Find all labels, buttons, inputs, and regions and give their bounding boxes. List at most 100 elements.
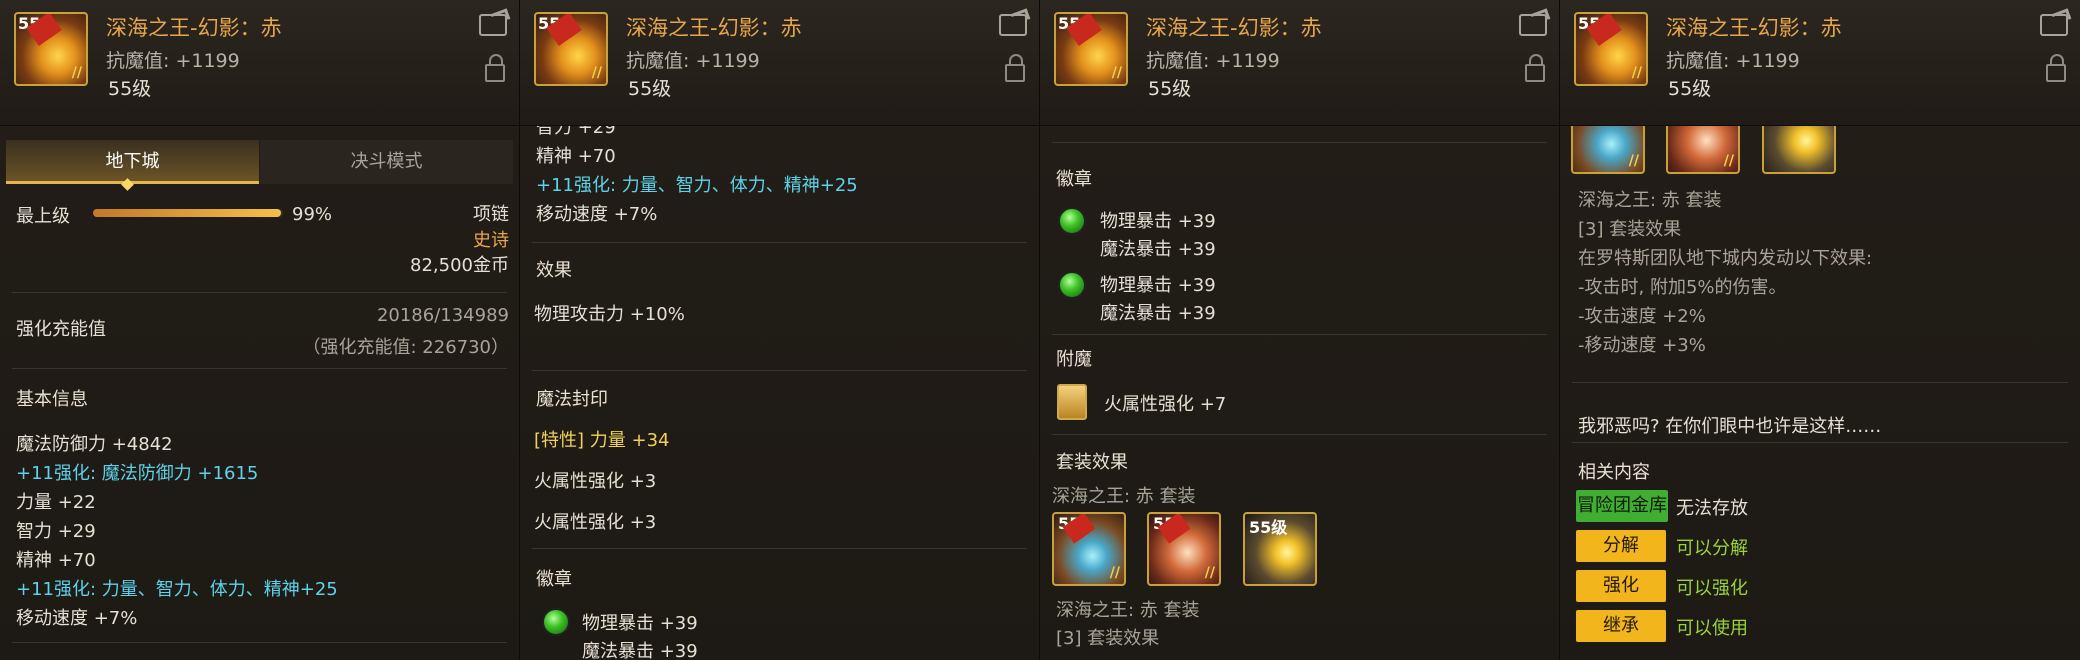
item-tooltip-panel-1: 55// 深海之王-幻影：赤 抗魔值: +1199 55级 地下城 决斗模式 最… [0,0,520,660]
set-effect-label: [3] 套装效果 [1056,628,1160,649]
grade-bar [93,209,283,217]
enhance-status: 可以强化 [1676,578,1748,599]
item-name: 深海之王-幻影：赤 [1666,16,1842,40]
enhance-button[interactable]: 强化 [1576,570,1666,602]
item-header: 55// 深海之王-幻影：赤 抗魔值: +1199 55级 [520,0,1039,126]
related-title: 相关内容 [1578,462,1650,483]
lock-icon[interactable] [1525,54,1545,82]
emblem-gem-icon [1058,271,1086,299]
divider [1572,382,2068,383]
effect-title: 效果 [536,260,572,281]
set-name: 深海之王: 赤 套装 [1578,190,1722,211]
enchant-line: 火属性强化 +7 [1104,394,1227,415]
item-level: 55级 [1148,78,1192,100]
charge-value: 20186/134989 [376,305,509,326]
divider [532,370,1027,371]
enchant-card-icon [1057,384,1087,420]
stat-line: 精神 +70 [536,146,616,167]
vault-status: 无法存放 [1676,498,1748,519]
inherit-button[interactable]: 继承 [1576,610,1666,642]
stat-line: 移动速度 +7% [16,608,138,629]
basic-info-title: 基本信息 [16,389,88,410]
tab-dungeon[interactable]: 地下城 [6,140,259,184]
emblem-title: 徽章 [1056,169,1092,190]
item-name: 深海之王-幻影：赤 [626,16,802,40]
stat-line: +11强化: 魔法防御力 +1615 [16,463,259,484]
divider [1052,334,1547,335]
stat-line: 精神 +70 [16,550,96,571]
emblem-line: 魔法暴击 +39 [1100,239,1216,260]
item-magic-resist: 抗魔值: +1199 [1146,50,1280,72]
item-icon: 55// [1054,12,1128,86]
share-icon[interactable] [479,14,507,36]
emblem-line: 物理暴击 +39 [582,613,698,634]
set-effect-line: -攻击时, 附加5%的伤害。 [1578,277,1787,298]
divider [12,292,507,293]
emblem-line: 魔法暴击 +39 [1100,303,1216,324]
share-icon[interactable] [2040,14,2068,36]
share-icon[interactable] [999,14,1027,36]
upgrade-bars-icon: // [1631,65,1642,81]
divider [532,548,1027,549]
share-icon[interactable] [1519,14,1547,36]
emblem-gem-icon [1058,207,1086,235]
upgrade-bars-icon: // [71,65,82,81]
item-name: 深海之王-幻影：赤 [1146,16,1322,40]
stat-line: 智力 +29 [16,521,96,542]
seal-line: 火属性强化 +3 [534,512,657,533]
flavor-text: 我邪恶吗? 在你们眼中也许是这样…… [1578,416,1882,437]
set-item-icon[interactable]: 55// [1147,512,1221,586]
set-name: 深海之王: 赤 套装 [1052,486,1196,507]
item-slot: 项链 [473,204,509,225]
set-effect-title: 套装效果 [1056,452,1128,473]
seal-special-line: [特性] 力量 +34 [534,430,670,451]
upgrade-bars-icon: // [591,65,602,81]
lock-icon[interactable] [1005,54,1025,82]
tab-duel[interactable]: 决斗模式 [260,140,513,184]
disassemble-button[interactable]: 分解 [1576,530,1666,562]
upgrade-bars-icon: // [1111,65,1122,81]
magic-seal-title: 魔法封印 [536,389,608,410]
adventure-vault-button[interactable]: 冒险团金库 [1576,490,1668,522]
item-header: 55// 深海之王-幻影：赤 抗魔值: +1199 55级 [1560,0,2080,126]
divider [1572,442,2068,443]
upgrade-bars-icon: // [1109,565,1120,581]
emblem-gem-icon [542,608,570,636]
upgrade-bars-icon: // [1723,153,1734,169]
set-name: 深海之王: 赤 套装 [1056,600,1200,621]
item-tooltip-panel-3: 55// 深海之王-幻影：赤 抗魔值: +1199 55级 徽章 物理暴击 +3… [1040,0,1560,660]
item-magic-resist: 抗魔值: +1199 [626,50,760,72]
enchant-title: 附魔 [1056,349,1092,370]
set-item-icon[interactable]: 55级 [1243,512,1317,586]
set-item-icon[interactable]: 55// [1052,512,1126,586]
grade-label: 最上级 [16,206,70,227]
item-level: 55级 [108,78,152,100]
item-magic-resist: 抗魔值: +1199 [106,50,240,72]
set-effect-line: 在罗特斯团队地下城内发动以下效果: [1578,248,1873,269]
lock-icon[interactable] [485,54,505,82]
item-header: 55// 深海之王-幻影：赤 抗魔值: +1199 55级 [1040,0,1559,126]
item-icon: 55// [1574,12,1648,86]
charge-total: （强化充能值: 226730） [302,337,510,358]
lock-icon[interactable] [2046,54,2066,82]
divider [1052,434,1547,435]
upgrade-bars-icon: // [1204,565,1215,581]
set-effect-line: -移动速度 +3% [1578,335,1706,356]
disassemble-status: 可以分解 [1676,538,1748,559]
item-header: 55// 深海之王-幻影：赤 抗魔值: +1199 55级 [0,0,519,126]
stat-line: 魔法防御力 +4842 [16,434,173,455]
set-effect-line: -攻击速度 +2% [1578,306,1706,327]
set-item-level: 55级 [1249,518,1288,537]
stat-line: 移动速度 +7% [536,204,658,225]
item-icon: 55// [14,12,88,86]
divider [532,242,1027,243]
stat-line: 力量 +22 [16,492,96,513]
item-price: 82,500金币 [410,255,509,276]
inherit-status: 可以使用 [1676,618,1748,639]
item-level: 55级 [1668,78,1712,100]
item-icon: 55// [534,12,608,86]
upgrade-bars-icon: // [1628,153,1639,169]
stat-line: +11强化: 力量、智力、体力、精神+25 [16,579,338,600]
item-magic-resist: 抗魔值: +1199 [1666,50,1800,72]
divider [12,368,507,369]
